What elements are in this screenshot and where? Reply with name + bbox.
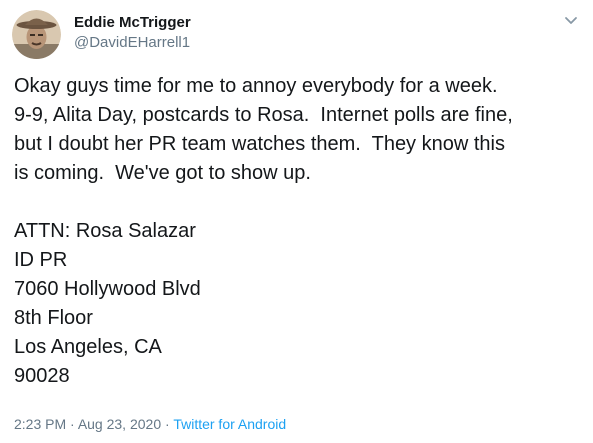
tweet-line: is coming. We've got to show up. bbox=[14, 162, 311, 184]
meta-separator: · bbox=[66, 416, 78, 432]
tweet-line: ATTN: Rosa Salazar bbox=[14, 220, 196, 242]
tweet-line: Okay guys time for me to annoy everybody… bbox=[14, 75, 498, 97]
chevron-down-icon[interactable] bbox=[563, 12, 579, 28]
meta-separator: · bbox=[161, 416, 174, 432]
author-names: Eddie McTrigger @DavidEHarrell1 bbox=[74, 13, 191, 52]
tweet-line: 7060 Hollywood Blvd bbox=[14, 278, 201, 300]
tweet-card: Eddie McTrigger @DavidEHarrell1 Okay guy… bbox=[0, 0, 593, 443]
tweet-line: Los Angeles, CA bbox=[14, 336, 162, 358]
tweet-text: Okay guys time for me to annoy everybody… bbox=[14, 72, 584, 391]
tweet-source-link[interactable]: Twitter for Android bbox=[173, 416, 286, 432]
avatar[interactable] bbox=[12, 10, 61, 59]
tweet-time[interactable]: 2:23 PM bbox=[14, 416, 66, 432]
user-handle[interactable]: @DavidEHarrell1 bbox=[74, 33, 191, 52]
tweet-meta: 2:23 PM · Aug 23, 2020 · Twitter for And… bbox=[14, 415, 286, 433]
tweet-line: 8th Floor bbox=[14, 307, 93, 329]
tweet-line: but I doubt her PR team watches them. Th… bbox=[14, 133, 505, 155]
tweet-line: 9-9, Alita Day, postcards to Rosa. Inter… bbox=[14, 104, 513, 126]
tweet-line: ID PR bbox=[14, 249, 68, 271]
tweet-line bbox=[14, 188, 584, 217]
tweet-date[interactable]: Aug 23, 2020 bbox=[78, 416, 161, 432]
tweet-line: 90028 bbox=[14, 365, 70, 387]
display-name[interactable]: Eddie McTrigger bbox=[74, 13, 191, 32]
tweet-header: Eddie McTrigger @DavidEHarrell1 bbox=[12, 10, 191, 59]
